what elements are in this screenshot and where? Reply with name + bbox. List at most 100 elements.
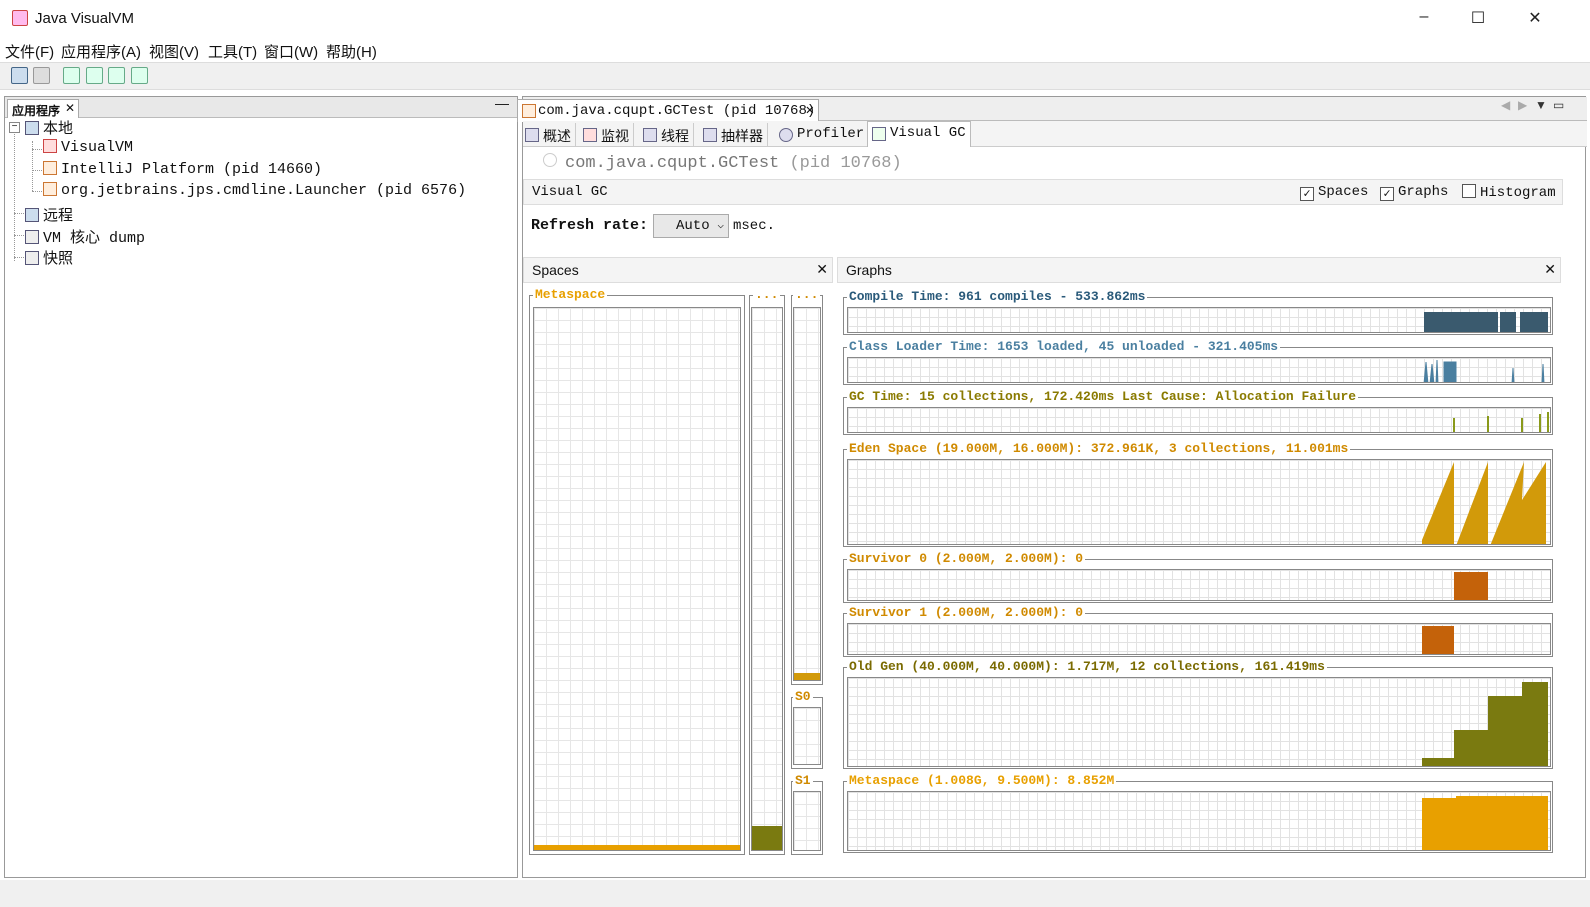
- add-snapshot-icon[interactable]: [131, 67, 148, 84]
- app-title: com.java.cqupt.GCTest (pid 10768): [543, 153, 902, 173]
- checkbox-label: Spaces: [1318, 184, 1369, 200]
- save-icon[interactable]: [33, 67, 50, 84]
- app-title-name: com.java.cqupt.GCTest: [565, 154, 780, 173]
- classloader-graph: [847, 357, 1551, 383]
- spaces-title: Spaces: [532, 262, 579, 278]
- java-app-icon: [43, 161, 57, 175]
- minimize-panel-icon[interactable]: —: [495, 95, 509, 111]
- add-jmx-icon[interactable]: [86, 67, 103, 84]
- maximize-icon[interactable]: ▭: [1553, 98, 1564, 112]
- tree-line: [32, 170, 42, 171]
- s1-label: S1: [793, 773, 813, 788]
- scroll-right-icon[interactable]: ▶: [1518, 98, 1527, 112]
- s1-graph: [847, 623, 1551, 655]
- app-title-pid: (pid 10768): [789, 154, 902, 173]
- refresh-rate-value: Auto: [676, 218, 710, 234]
- load-snapshot-icon[interactable]: [11, 67, 28, 84]
- menu-bar: 文件(F) 应用程序(A) 视图(V) 工具(T) 窗口(W) 帮助(H): [0, 38, 1590, 62]
- visual-gc-icon: [872, 127, 886, 141]
- classloader-chart: [1423, 359, 1545, 382]
- java-app-icon: [43, 182, 57, 196]
- menu-view[interactable]: 视图(V): [149, 41, 199, 62]
- meta-chart: [1422, 796, 1548, 850]
- old-graph: [847, 677, 1551, 767]
- spaces-header: Spaces ✕: [523, 257, 833, 283]
- dropdown-icon[interactable]: ▼: [1535, 98, 1547, 112]
- tree-node-coredump[interactable]: VM 核心 dump: [25, 226, 145, 247]
- menu-tools[interactable]: 工具(T): [208, 41, 257, 62]
- tree-node-launcher[interactable]: org.jetbrains.jps.cmdline.Launcher (pid …: [43, 182, 466, 199]
- graphs-header: Graphs ✕: [837, 257, 1561, 283]
- metaspace-fill: [534, 844, 740, 850]
- tree-node-visualvm[interactable]: VisualVM: [43, 139, 133, 156]
- applications-panel-header: 应用程序 ✕ —: [5, 95, 517, 118]
- maximize-button[interactable]: ☐: [1463, 8, 1493, 30]
- tree-node-snapshot[interactable]: 快照: [25, 247, 73, 268]
- close-button[interactable]: ✕: [1520, 8, 1550, 30]
- compile-chart: [1424, 312, 1548, 332]
- tab-visual-gc[interactable]: Visual GC: [867, 121, 971, 147]
- meta-graph-label: Metaspace (1.008G, 9.500M): 8.852M: [847, 773, 1117, 788]
- close-icon[interactable]: ✕: [806, 102, 814, 119]
- s1-chart: [1422, 626, 1454, 654]
- close-icon[interactable]: ✕: [1544, 261, 1556, 278]
- refresh-rate-label: Refresh rate:: [531, 217, 649, 234]
- spaces-checkbox[interactable]: ✓ Spaces: [1300, 184, 1368, 201]
- tree-node-intellij[interactable]: IntelliJ Platform (pid 14660): [43, 161, 322, 178]
- metaspace-box: [533, 307, 741, 851]
- subtabs: 概述 监视 线程 抽样器 Profiler Visual GC: [523, 121, 1587, 147]
- tree-node-local[interactable]: 本地: [25, 117, 73, 138]
- eden-chart: [1422, 462, 1546, 544]
- menu-window[interactable]: 窗口(W): [264, 41, 318, 62]
- tree-line: [14, 213, 24, 214]
- tree-node-label: 快照: [43, 250, 74, 267]
- graphs-checkbox[interactable]: ✓ Graphs: [1380, 184, 1448, 201]
- old-graph-label: Old Gen (40.000M, 40.000M): 1.717M, 12 c…: [847, 659, 1327, 674]
- menu-file[interactable]: 文件(F): [5, 41, 54, 62]
- tree-node-label: org.jetbrains.jps.cmdline.Launcher (pid …: [61, 182, 467, 199]
- menu-application[interactable]: 应用程序(A): [61, 41, 141, 62]
- old-label: ...: [753, 287, 781, 302]
- scroll-left-icon[interactable]: ◀: [1501, 98, 1510, 112]
- minimize-button[interactable]: ‒: [1409, 8, 1439, 30]
- close-icon[interactable]: ✕: [65, 101, 75, 115]
- metaspace-label: Metaspace: [533, 287, 608, 302]
- old-chart: [1422, 682, 1548, 766]
- tab-threads[interactable]: 线程: [639, 123, 694, 147]
- status-bar: [0, 880, 1590, 907]
- meta-graph: [847, 791, 1551, 851]
- toolbar: [0, 62, 1590, 90]
- title-bar: Java VisualVM ‒ ☐ ✕: [0, 0, 1590, 38]
- tab-label: Visual GC: [890, 125, 966, 141]
- tab-overview[interactable]: 概述: [521, 123, 576, 147]
- snapshot-icon: [25, 251, 39, 265]
- old-fill: [752, 825, 782, 850]
- refresh-rate-select[interactable]: Auto ⌵: [653, 214, 729, 238]
- document-tab-gctest[interactable]: com.java.cqupt.GCTest (pid 10768) ✕: [517, 99, 819, 122]
- classloader-label: Class Loader Time: 1653 loaded, 45 unloa…: [847, 339, 1281, 354]
- applications-tab[interactable]: 应用程序 ✕: [7, 99, 80, 118]
- add-host-icon[interactable]: [63, 67, 80, 84]
- close-icon[interactable]: ✕: [816, 261, 828, 278]
- overview-icon: [525, 128, 539, 142]
- visual-gc-bar: Visual GC ✓ Spaces ✓ Graphs Histogram: [523, 179, 1563, 205]
- tab-profiler[interactable]: Profiler: [775, 123, 870, 147]
- refresh-unit: msec.: [733, 218, 776, 234]
- tab-label: 概述: [543, 128, 571, 144]
- old-box: [751, 307, 783, 851]
- tree-node-remote[interactable]: 远程: [25, 204, 73, 225]
- checkbox-label: Graphs: [1398, 184, 1449, 200]
- collapse-icon[interactable]: −: [9, 122, 20, 133]
- compile-graph: [847, 307, 1551, 333]
- histogram-checkbox[interactable]: Histogram: [1462, 184, 1556, 201]
- document-tab-label: com.java.cqupt.GCTest (pid 10768): [538, 103, 816, 119]
- add-coredump-icon[interactable]: [108, 67, 125, 84]
- tab-label: 监视: [601, 128, 629, 144]
- network-icon: [25, 208, 39, 222]
- tree-line: [14, 235, 24, 236]
- tab-sampler[interactable]: 抽样器: [699, 123, 768, 147]
- visualvm-icon: [43, 139, 57, 153]
- s0-label: S0: [793, 689, 813, 704]
- tab-monitor[interactable]: 监视: [579, 123, 634, 147]
- menu-help[interactable]: 帮助(H): [326, 41, 377, 62]
